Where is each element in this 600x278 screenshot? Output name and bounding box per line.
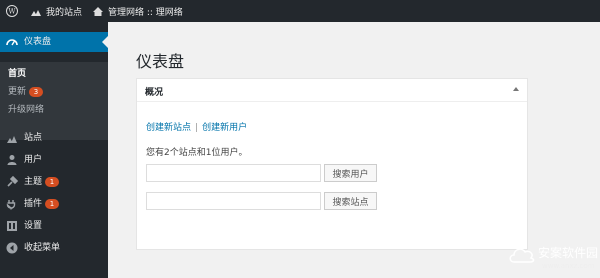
submenu-updates[interactable]: 更新 3 [8,84,44,97]
menu-plugins-text: 插件 [24,199,43,209]
collapse-arrow-icon[interactable] [513,87,519,91]
page-title: 仪表盘 [136,52,185,71]
submenu-updates-label: 更新 [8,87,27,97]
submenu-home[interactable]: 首页 [8,66,26,79]
menu-sites-label: 站点 [24,133,43,143]
panel-title: 概况 [145,88,164,98]
wp-logo[interactable]: W [6,0,18,22]
menu-dashboard[interactable]: 仪表盘 [0,32,108,52]
watermark: 安案软件园 www.anxz.com [508,242,600,278]
home-icon [92,6,104,17]
network-admin-label: 管理网络 :: 理网络 [108,7,183,18]
settings-icon [6,220,18,232]
my-sites-label: 我的站点 [46,7,83,18]
users-icon [6,154,18,166]
sites-icon [6,132,18,144]
submenu-upgrade-network-label: 升级网络 [8,105,45,115]
menu-dashboard-label: 仪表盘 [24,37,52,47]
themes-icon [6,175,19,188]
summary-text: 您有2个站点和1位用户。 [146,148,248,158]
themes-count-badge: 1 [45,176,60,187]
menu-sites[interactable]: 站点 [0,128,108,148]
admin-sidebar: 仪表盘 首页 更新 3 升级网络 站点 用户 主题 1 插件 1 设置 收起菜单 [0,22,108,278]
menu-collapse-label: 收起菜单 [24,243,61,253]
submenu-upgrade-network[interactable]: 升级网络 [8,102,44,115]
menu-settings[interactable]: 设置 [0,216,108,236]
admin-bar: W 我的站点 管理网络 :: 理网络 [0,0,600,22]
create-user-link[interactable]: 创建新用户 [202,123,247,133]
create-site-link[interactable]: 创建新站点 [146,123,191,133]
watermark-url: www.anxz.com [542,262,595,270]
overview-panel: 概况 创建新站点 | 创建新用户 您有2个站点和1位用户。 搜索用户 搜索站点 [136,78,528,250]
svg-text:W: W [8,8,16,16]
my-sites-menu[interactable]: 我的站点 [30,0,82,22]
plugins-icon [6,198,18,210]
menu-themes-label: 主题 1 [24,176,60,188]
network-admin-menu[interactable]: 管理网络 :: 理网络 [92,0,183,22]
sites-icon [30,6,42,17]
dashboard-icon [6,36,18,48]
menu-settings-label: 设置 [24,221,43,231]
menu-users[interactable]: 用户 [0,150,108,170]
search-sites-input[interactable] [146,192,321,210]
menu-users-label: 用户 [24,155,43,165]
quick-links: 创建新站点 | 创建新用户 [146,120,247,133]
menu-plugins[interactable]: 插件 1 [0,194,108,214]
search-sites-button[interactable]: 搜索站点 [324,192,377,210]
menu-themes[interactable]: 主题 1 [0,172,108,192]
search-users-input[interactable] [146,164,321,182]
wordpress-icon: W [6,5,18,17]
search-users-button[interactable]: 搜索用户 [324,164,377,182]
menu-plugins-label: 插件 1 [24,198,60,210]
plugins-count-badge: 1 [45,198,60,209]
main-content: 仪表盘 概况 创建新站点 | 创建新用户 您有2个站点和1位用户。 搜索用户 搜索站… [108,22,600,278]
link-separator: | [195,123,199,133]
watermark-text: 安案软件园 [538,246,599,260]
panel-header[interactable]: 概况 [137,79,527,102]
updates-count-badge: 3 [29,86,44,97]
menu-themes-text: 主题 [24,177,43,187]
submenu-home-label: 首页 [8,69,27,79]
cloud-logo-icon [508,244,536,266]
collapse-icon [6,242,18,254]
menu-collapse[interactable]: 收起菜单 [0,238,108,258]
